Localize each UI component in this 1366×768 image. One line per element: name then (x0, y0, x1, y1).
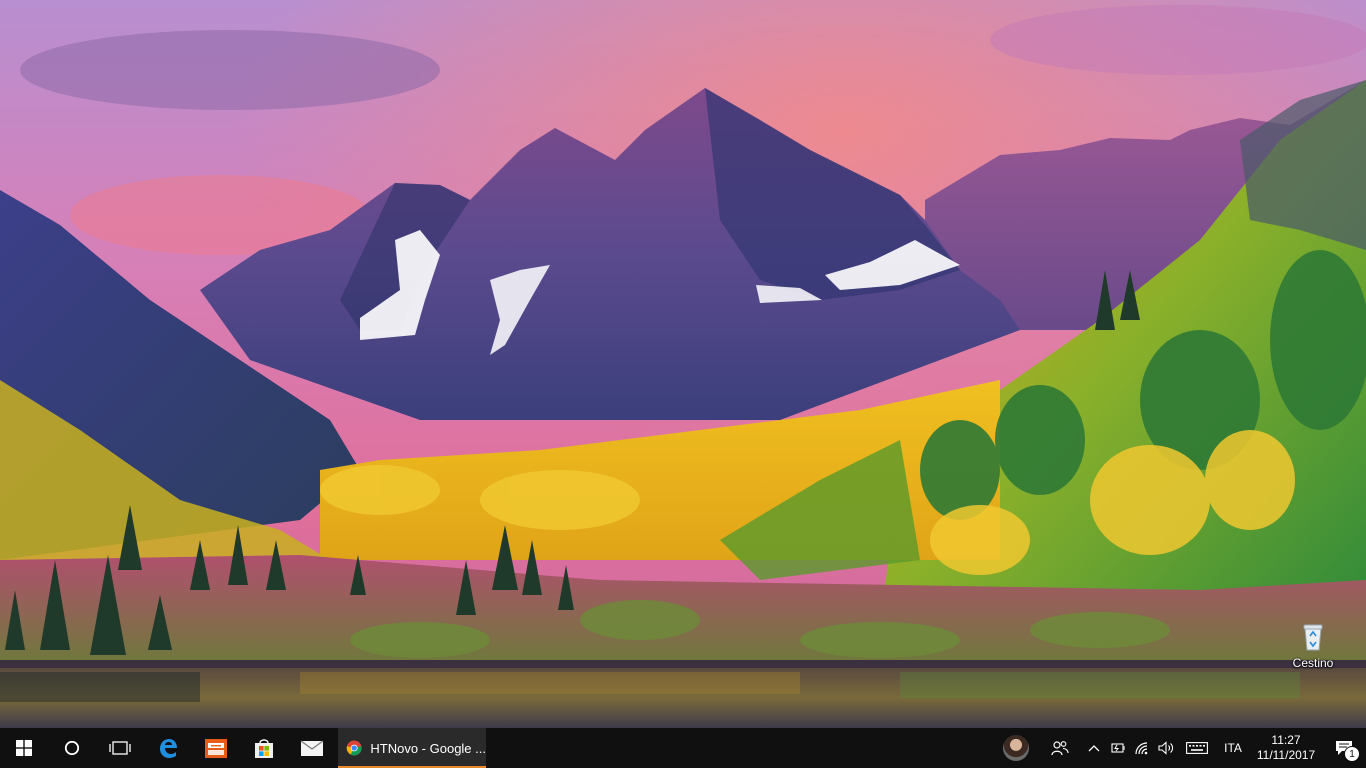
task-view-icon (109, 741, 131, 755)
taskbar-app-title: HTNovo - Google ... (370, 740, 486, 756)
desktop-icon-recycle-bin[interactable]: Cestino (1284, 622, 1342, 674)
keyboard-icon (1186, 742, 1208, 754)
file-explorer-button[interactable] (192, 728, 240, 768)
wifi-icon (1135, 742, 1148, 755)
clock-button[interactable]: 11:27 11/11/2017 (1250, 728, 1322, 768)
desktop[interactable]: Cestino (0, 0, 1366, 728)
desktop-icon-label: Cestino (1292, 656, 1334, 670)
taskbar-app-chrome[interactable]: HTNovo - Google ... (338, 728, 486, 768)
folder-icon (205, 739, 227, 758)
touch-keyboard-button[interactable] (1178, 728, 1216, 768)
chevron-up-icon (1088, 745, 1100, 752)
start-button[interactable] (0, 728, 48, 768)
store-button[interactable] (240, 728, 288, 768)
volume-button[interactable] (1154, 728, 1178, 768)
cortana-button[interactable] (48, 728, 96, 768)
recycle-bin-icon (1303, 624, 1323, 651)
chrome-icon (346, 740, 362, 756)
taskbar-empty-area[interactable] (486, 728, 994, 768)
people-button[interactable] (1038, 728, 1082, 768)
speaker-icon (1158, 741, 1173, 755)
wallpaper-image (0, 0, 1366, 728)
show-hidden-icons-button[interactable] (1082, 728, 1106, 768)
edge-icon (160, 739, 177, 758)
clock-time: 11:27 (1271, 733, 1301, 747)
windows-logo-icon (16, 740, 32, 756)
edge-button[interactable] (144, 728, 192, 768)
store-bag-icon (255, 739, 273, 758)
taskbar: HTNovo - Google ... ITA 11:27 11/11/2017… (0, 728, 1366, 768)
notification-count-badge: 1 (1344, 746, 1360, 762)
network-button[interactable] (1130, 728, 1154, 768)
input-language-button[interactable]: ITA (1216, 728, 1250, 768)
language-indicator: ITA (1224, 741, 1242, 755)
avatar (1003, 735, 1029, 761)
action-center-button[interactable]: 1 (1322, 728, 1366, 768)
clock-date: 11/11/2017 (1256, 748, 1316, 762)
mail-button[interactable] (288, 728, 336, 768)
people-icon (1051, 741, 1069, 756)
power-plug-icon (1111, 743, 1125, 753)
task-view-button[interactable] (96, 728, 144, 768)
people-avatar-button[interactable] (994, 728, 1038, 768)
circle-icon (64, 740, 80, 756)
power-tray-button[interactable] (1106, 728, 1130, 768)
mail-icon (300, 740, 324, 756)
